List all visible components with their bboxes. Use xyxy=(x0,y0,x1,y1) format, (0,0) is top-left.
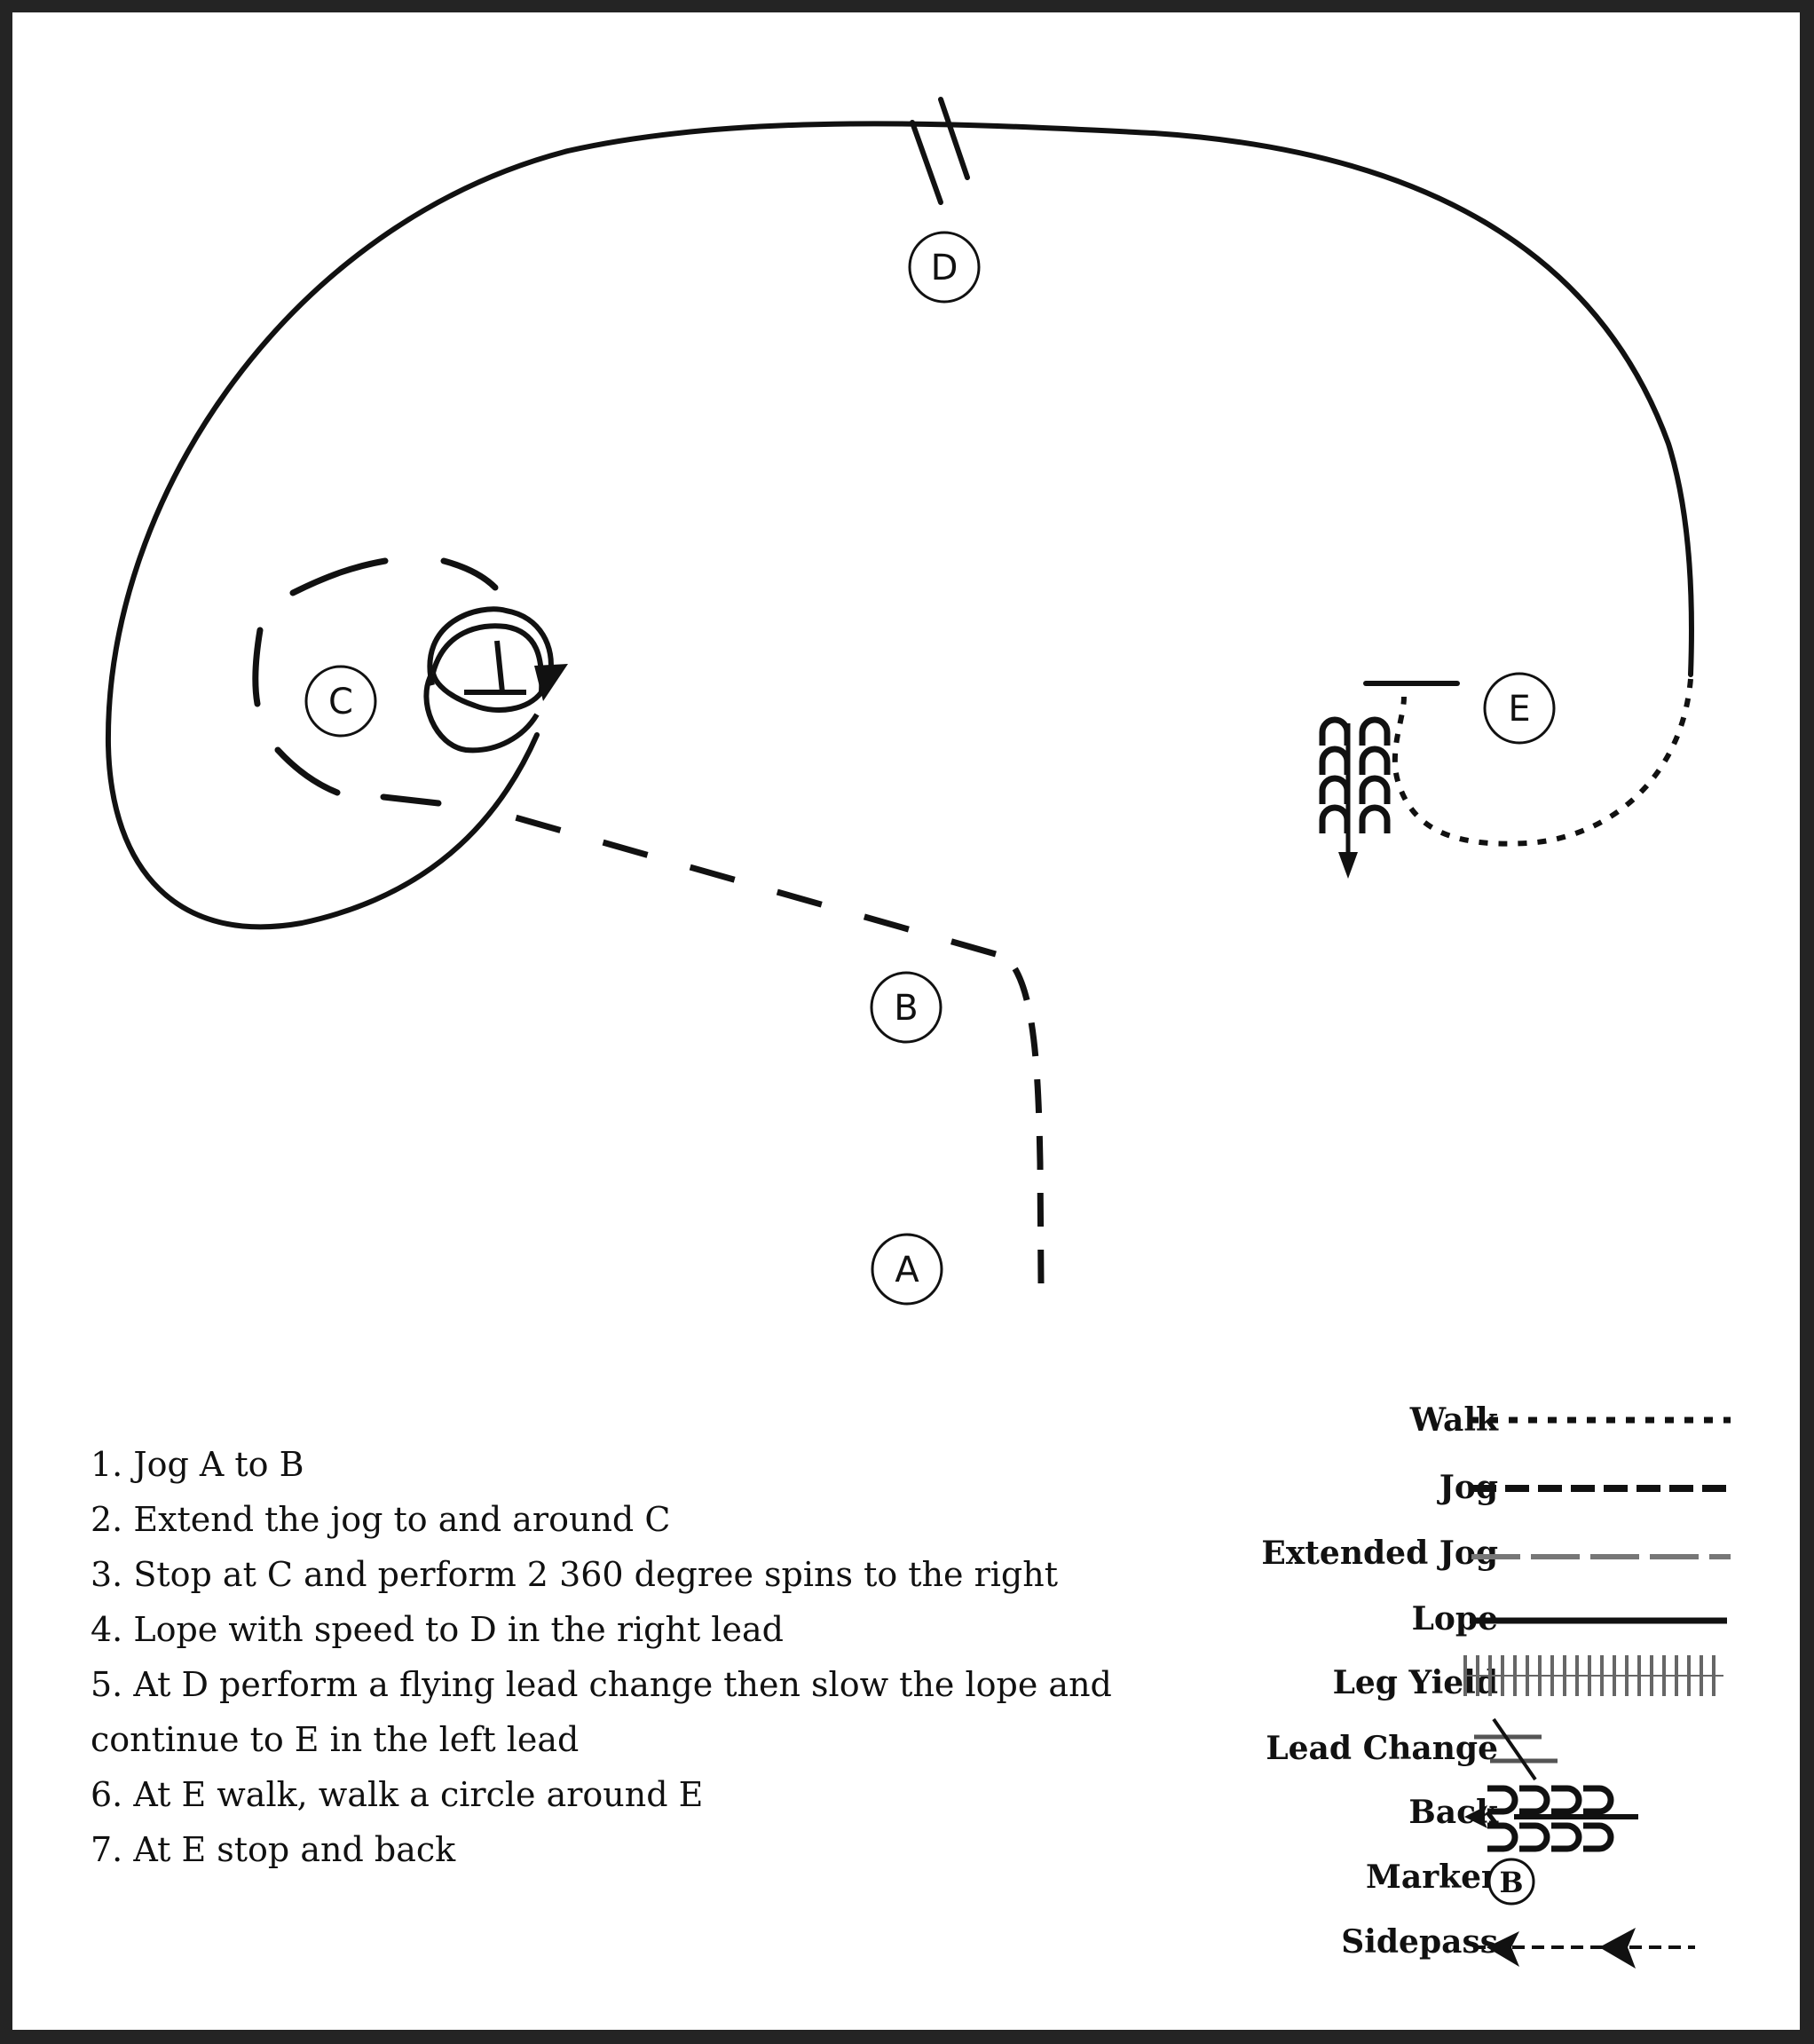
marker-e: E xyxy=(1483,672,1556,745)
legend-leg-yield-symbol xyxy=(1463,1655,1723,1696)
legend-sidepass-label: Sidepass xyxy=(1341,1923,1498,1961)
marker-e-label: E xyxy=(1508,689,1530,730)
legend-marker-symbol: B xyxy=(1487,1858,1535,1906)
marker-a: A xyxy=(871,1233,943,1306)
instruction-step: 7. At E stop and back xyxy=(91,1830,456,1869)
legend-sidepass-symbol xyxy=(1473,1928,1695,1969)
marker-d-label: D xyxy=(931,248,958,288)
legend-back-symbol xyxy=(1487,1785,1638,1852)
back-symbol xyxy=(1319,716,1391,865)
marker-c-label: C xyxy=(328,682,353,722)
lead-change-mark xyxy=(910,97,970,205)
extended-jog-path xyxy=(505,811,997,958)
pattern-page: A B C D E Walk Jog Extended Jog Lope Leg… xyxy=(12,12,1800,2030)
legend-marker-sample: B xyxy=(1499,1866,1523,1899)
lope-path xyxy=(105,121,1694,930)
legend-walk-label: Walk xyxy=(1409,1401,1499,1439)
spin-symbol xyxy=(423,606,554,754)
instruction-step: 1. Jog A to B xyxy=(91,1445,304,1484)
legend-leg-yield-label: Leg Yield xyxy=(1333,1664,1498,1701)
instructions-list: 1. Jog A to B 2. Extend the jog to and a… xyxy=(91,1437,1244,1877)
marker-c: C xyxy=(304,665,377,738)
instruction-step: 5. At D perform a flying lead change the… xyxy=(91,1665,1112,1759)
legend-marker-label: Marker xyxy=(1366,1859,1499,1896)
marker-b-label: B xyxy=(894,988,918,1029)
extended-jog-circle xyxy=(252,557,499,807)
jog-path xyxy=(1005,956,1045,1284)
marker-b: B xyxy=(870,971,942,1044)
back-arrow-icon xyxy=(1338,852,1358,879)
legend-lead-change-label: Lead Change xyxy=(1266,1730,1498,1767)
instruction-step: 2. Extend the jog to and around C xyxy=(91,1500,671,1539)
instruction-step: 3. Stop at C and perform 2 360 degree sp… xyxy=(91,1555,1058,1594)
instruction-step: 6. At E walk, walk a circle around E xyxy=(91,1775,704,1814)
legend: Walk Jog Extended Jog Lope Leg Yield Lea… xyxy=(1261,1401,1732,1969)
marker-a-label: A xyxy=(895,1250,919,1290)
marker-d: D xyxy=(908,231,981,304)
instruction-step: 4. Lope with speed to D in the right lea… xyxy=(91,1610,784,1649)
legend-extended-jog-label: Extended Jog xyxy=(1261,1535,1498,1572)
